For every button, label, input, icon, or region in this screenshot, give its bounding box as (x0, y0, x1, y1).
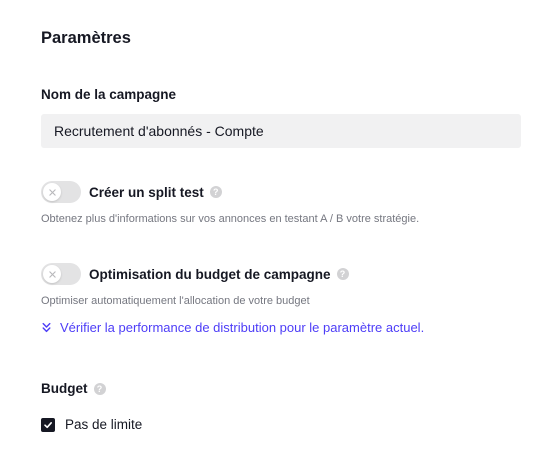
checkmark-icon (44, 421, 52, 428)
split-test-label: Créer un split test (89, 184, 204, 200)
split-test-hint: Obtenez plus d'informations sur vos anno… (41, 213, 420, 225)
help-icon[interactable]: ? (336, 268, 349, 280)
double-chevron-down-icon (42, 322, 51, 333)
help-icon[interactable]: ? (209, 186, 222, 198)
distribution-performance-link[interactable]: Vérifier la performance de distribution … (41, 320, 424, 335)
no-limit-checkbox[interactable] (41, 417, 55, 432)
budget-optimization-row: Optimisation du budget de campagne ? (41, 263, 349, 285)
help-icon[interactable]: ? (93, 382, 106, 395)
split-test-row: Créer un split test ? (41, 181, 222, 203)
page-title: Paramètres (41, 29, 131, 47)
close-icon (48, 270, 56, 278)
campaign-name-label: Nom de la campagne (41, 87, 177, 102)
budget-optimization-label: Optimisation du budget de campagne (89, 266, 331, 282)
toggle-knob (43, 265, 61, 283)
no-limit-label: Pas de limite (65, 417, 143, 432)
split-test-toggle[interactable] (41, 181, 81, 203)
campaign-name-input[interactable] (41, 114, 521, 148)
toggle-knob (43, 183, 61, 201)
close-icon (48, 188, 56, 196)
distribution-performance-link-text[interactable]: Vérifier la performance de distribution … (60, 320, 424, 335)
budget-optimization-hint: Optimiser automatiquement l'allocation d… (41, 295, 310, 307)
no-limit-row: Pas de limite (41, 417, 142, 432)
budget-label: Budget (41, 381, 88, 396)
budget-section: Budget ? (41, 381, 106, 396)
budget-optimization-toggle[interactable] (41, 263, 81, 285)
